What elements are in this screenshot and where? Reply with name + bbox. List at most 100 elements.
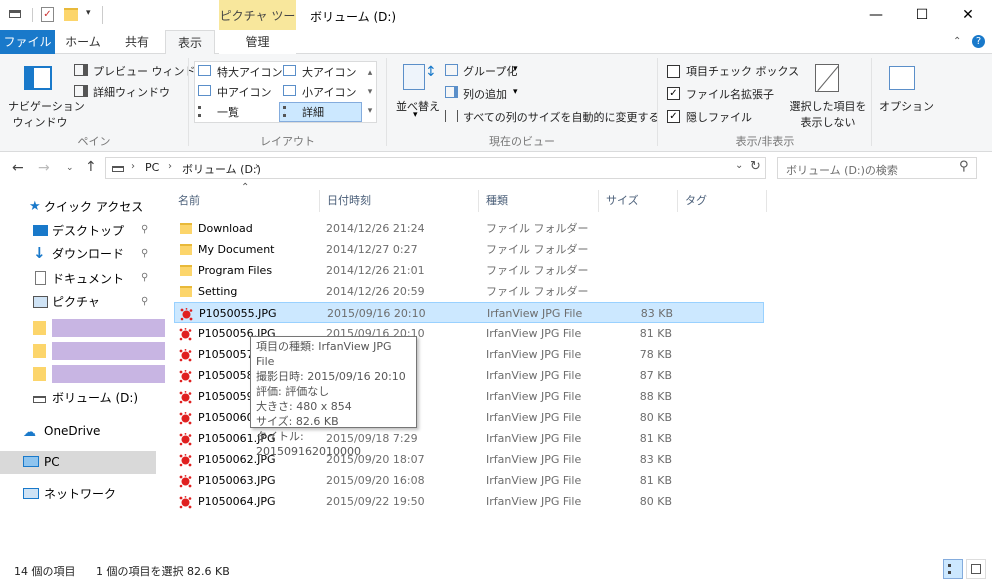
file-type: IrfanView JPG File [486,411,582,424]
add-columns-button[interactable]: 列の追加 [463,86,507,102]
cloud-icon: ☁ [23,425,36,440]
breadcrumb-chevron[interactable]: › [131,161,135,172]
search-icon[interactable]: ⚲ [959,159,969,174]
sort-dropdown-icon[interactable]: ▾ [413,110,418,120]
file-date: 2014/12/26 21:01 [326,264,425,277]
column-divider[interactable] [598,190,599,212]
sort-button[interactable]: 並べ替え [396,98,440,114]
file-date: 2015/09/22 19:50 [326,495,425,508]
maximize-button[interactable]: ☐ [899,0,945,30]
fit-columns-icon [445,110,458,122]
layout-xl-icons[interactable]: 特大アイコン [217,64,282,80]
file-row[interactable]: P1050064.JPG 2015/09/22 19:50 IrfanView JP… [174,491,764,512]
options-button[interactable]: オプション [879,98,934,114]
column-date[interactable]: 日付時刻 [327,190,371,212]
file-size: 78 KB [639,348,672,361]
file-type: IrfanView JPG File [486,453,582,466]
tab-home[interactable]: ホーム [60,30,106,54]
breadcrumb-pc[interactable]: PC [145,161,159,174]
file-extension-toggle[interactable]: ✓ [667,87,680,100]
address-dropdown-icon[interactable]: ⌄ [735,160,743,171]
ribbon-collapse-icon[interactable]: ⌃ [953,36,961,47]
file-row[interactable]: Download 2014/12/26 21:24 ファイル フォルダー [174,218,764,239]
pin-icon[interactable]: ⚲ [141,248,148,259]
hide-selected-label-2: 表示しない [800,116,856,129]
back-icon[interactable]: ← [12,160,24,176]
file-name: Download [198,222,253,235]
pin-icon[interactable]: ⚲ [141,224,148,235]
column-name[interactable]: 名前 [178,190,200,212]
tab-share[interactable]: 共有 [114,30,160,54]
new-folder-icon[interactable] [64,8,78,21]
search-input[interactable]: ボリューム (D:)の検索 [777,157,977,179]
irfanview-jpg-icon [180,307,193,321]
qa-dropdown-icon[interactable]: ▾ [86,8,91,18]
file-row[interactable]: P1050063.JPG 2015/09/20 16:08 IrfanView JP… [174,470,764,491]
tab-file[interactable]: ファイル [0,30,55,54]
column-divider[interactable] [319,190,320,212]
column-divider[interactable] [677,190,678,212]
pin-icon[interactable]: ⚲ [141,272,148,283]
column-size[interactable]: サイズ [606,190,639,212]
help-icon[interactable]: ? [972,35,985,48]
star-icon: ★ [29,199,41,214]
layout-large-icons[interactable]: 大アイコン [302,64,356,80]
ribbon-separator [657,58,658,146]
pin-icon[interactable]: ⚲ [141,296,148,307]
close-button[interactable]: ✕ [945,0,991,30]
column-divider[interactable] [478,190,479,212]
group-by-dropdown-icon[interactable]: ▾ [513,64,518,74]
hide-selected-button[interactable]: 選択した項目を 表示しない [788,98,868,130]
minimize-button[interactable]: — [853,0,899,30]
file-type: IrfanView JPG File [486,327,582,340]
refresh-icon[interactable]: ↻ [750,159,761,174]
details-pane-button[interactable]: 詳細ウィンドウ [93,84,170,100]
file-row[interactable]: P1050055.JPG 2015/09/16 20:10 IrfanView JP… [174,302,764,323]
pictures-icon [33,296,48,308]
redacted-folder[interactable] [52,365,165,383]
group-by-button[interactable]: グループ化 [463,63,517,79]
file-row[interactable]: My Document 2014/12/27 0:27 ファイル フォルダー [174,239,764,260]
file-type: IrfanView JPG File [486,369,582,382]
breadcrumb-chevron[interactable]: › [255,161,259,172]
layout-small-icons[interactable]: 小アイコン [302,84,356,100]
tab-view[interactable]: 表示 [165,30,215,55]
column-divider[interactable] [766,190,767,212]
tooltip-line: 撮影日時: 2015/09/16 20:10 [256,370,406,383]
file-row[interactable]: Setting 2014/12/26 20:59 ファイル フォルダー [174,281,764,302]
forward-icon[interactable]: → [38,160,50,176]
redacted-folder[interactable] [52,342,165,360]
add-columns-dropdown-icon[interactable]: ▾ [513,87,518,97]
hidden-files-label: 隠しファイル [686,111,752,124]
tab-manage[interactable]: 管理 [219,30,296,54]
breadcrumb-volume[interactable]: ボリューム (D:) [182,161,261,177]
irfanview-jpg-icon [179,411,192,425]
irfanview-jpg-icon [179,390,192,404]
redacted-folder[interactable] [52,319,165,337]
irfanview-jpg-icon [179,327,192,341]
preview-pane-button[interactable]: プレビュー ウィンドウ [93,63,207,79]
file-row[interactable]: Program Files 2014/12/26 21:01 ファイル フォルダー [174,260,764,281]
nav-pane-label-1: ナビゲーション [8,100,85,113]
details-view-button[interactable] [943,559,963,579]
xl-icons-icon [198,65,211,76]
item-checkbox-toggle[interactable] [667,65,680,78]
file-type: IrfanView JPG File [486,432,582,445]
folder-icon [180,286,192,297]
nav-pane-button[interactable]: ナビゲーション ウィンドウ [8,98,85,130]
gallery-scroll[interactable]: ▴ ▾ ▾ [365,64,375,121]
column-type[interactable]: 種類 [486,190,508,212]
large-icons-view-button[interactable] [966,559,986,579]
column-tag[interactable]: タグ [685,190,707,212]
layout-list[interactable]: 一覧 [217,104,239,120]
hidden-files-toggle[interactable]: ✓ [667,110,680,123]
up-icon[interactable]: ↑ [85,159,97,175]
file-date: 2014/12/26 20:59 [326,285,425,298]
fit-columns-button[interactable]: すべての列のサイズを自動的に変更する [463,109,659,125]
layout-medium-icons[interactable]: 中アイコン [217,84,271,100]
status-item-count: 14 個の項目 [14,565,76,578]
properties-icon[interactable]: ✓ [41,7,54,22]
tooltip-line: 大きさ: 480 x 854 [256,400,352,413]
recent-dropdown-icon[interactable]: ⌄ [66,163,74,173]
breadcrumb-chevron[interactable]: › [168,161,172,172]
